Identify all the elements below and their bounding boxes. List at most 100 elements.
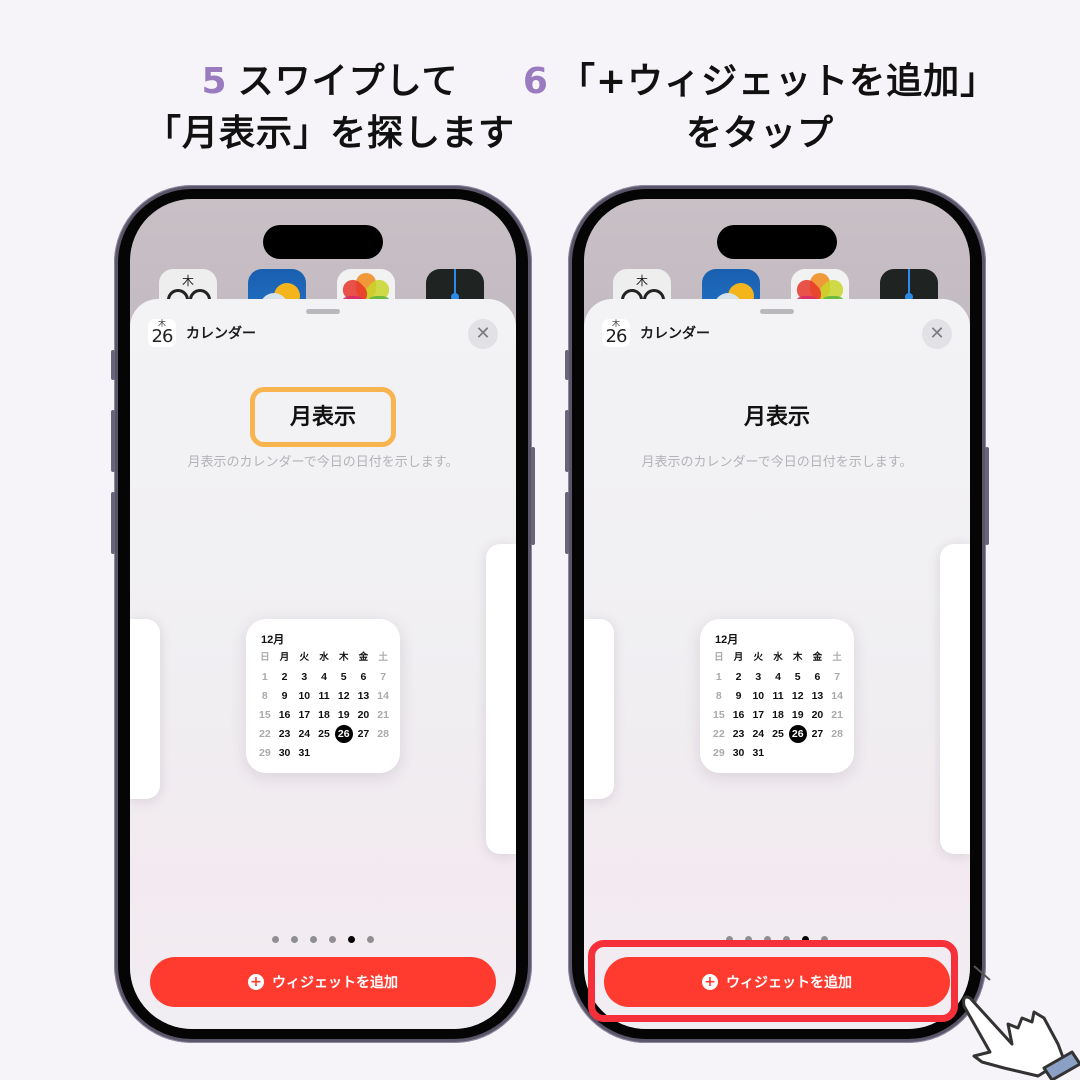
calendar-day: 3 [301, 671, 308, 683]
calendar-day: 14 [377, 690, 389, 702]
weekday-header: 水 [773, 652, 783, 663]
calendar-day: 15 [713, 709, 725, 721]
volume-down-button [565, 492, 569, 554]
weekday-label: 木 [635, 274, 648, 288]
weekday-header: 火 [299, 652, 310, 663]
sheet-grabber[interactable] [306, 309, 340, 314]
page-dot[interactable] [291, 936, 298, 943]
dynamic-island [717, 225, 837, 259]
calendar-day: 12 [337, 690, 350, 702]
calendar-day: 7 [834, 671, 841, 683]
page-dot[interactable] [310, 936, 317, 943]
calendar-day-empty [768, 745, 788, 761]
page-indicator[interactable] [272, 936, 374, 943]
page-dot[interactable] [329, 936, 336, 943]
weekday-header: 土 [378, 652, 388, 663]
close-icon: ✕ [475, 323, 491, 344]
stocks-line [454, 269, 456, 295]
calendar-day: 20 [811, 709, 824, 721]
calendar-day-empty [827, 745, 847, 761]
step-text-line2: をタップ [685, 113, 834, 154]
calendar-icon: 木 26 [148, 319, 176, 347]
app-name: カレンダー [640, 326, 710, 342]
close-button[interactable]: ✕ [468, 319, 498, 349]
month-calendar-widget-preview[interactable]: 12月 日月火水木金土 1 2 3 4 5 6 7 8 9 10 11 12 13 14 15 16 17 18 19… [246, 619, 400, 773]
weekday-header: 日 [714, 652, 724, 663]
next-widget-preview[interactable] [940, 544, 970, 854]
add-button-highlight [588, 940, 958, 1022]
calendar-month: 12月 [715, 634, 739, 646]
calendar-day: 9 [735, 690, 742, 702]
calendar-day: 2 [735, 671, 742, 683]
calendar-day: 24 [298, 728, 311, 740]
weekday-header: 木 [338, 652, 349, 663]
calendar-day: 7 [380, 671, 387, 683]
calendar-day: 11 [318, 690, 330, 702]
calendar-day-today: 26 [788, 725, 808, 743]
calendar-day: 24 [752, 728, 765, 740]
calendar-day: 8 [261, 690, 268, 702]
widget-sheet: 木 26 カレンダー ✕ 月表示 月表示のカレンダーで今日の日付を示します。 1… [584, 299, 970, 1029]
calendar-day-empty [314, 745, 334, 761]
close-button[interactable]: ✕ [922, 319, 952, 349]
calendar-day: 9 [281, 690, 288, 702]
calendar-day: 11 [772, 690, 784, 702]
stocks-line [908, 269, 910, 295]
calendar-day: 15 [259, 709, 271, 721]
page-dot[interactable] [367, 936, 374, 943]
calendar-day: 12 [791, 690, 804, 702]
widget-description: 月表示のカレンダーで今日の日付を示します。 [187, 455, 459, 470]
tap-hand-icon [962, 965, 1080, 1080]
calendar-day: 13 [357, 690, 370, 702]
page-dot[interactable] [348, 936, 355, 943]
calendar-day: 2 [281, 671, 288, 683]
calendar-day-today: 26 [334, 725, 354, 743]
weekday-header: 火 [753, 652, 764, 663]
add-widget-label: ウィジェットを追加 [272, 975, 398, 991]
sheet-grabber[interactable] [760, 309, 794, 314]
calendar-day: 13 [811, 690, 824, 702]
calendar-day: 8 [715, 690, 722, 702]
calendar-day-empty [354, 745, 374, 761]
calendar-icon: 木 26 [602, 319, 630, 347]
calendar-day: 31 [752, 747, 765, 759]
widget-sheet: 木 26 カレンダー ✕ 月表示 月表示のカレンダーで今日の日付を示します。 1… [130, 299, 516, 1029]
previous-widget-preview[interactable] [584, 619, 614, 799]
next-widget-preview[interactable] [486, 544, 516, 854]
icon-day: 26 [151, 326, 174, 347]
calendar-day: 29 [259, 747, 271, 759]
step-text-line2: 「月表示」を探します [144, 113, 515, 154]
previous-widget-preview[interactable] [130, 619, 160, 799]
step-6-caption: 6 「+ウィジェットを追加」 をタップ [510, 56, 1010, 160]
weekday-header: 月 [733, 652, 744, 663]
calendar-day: 4 [321, 671, 327, 683]
volume-up-button [111, 410, 115, 472]
weekday-header: 金 [812, 652, 823, 663]
calendar-day: 17 [752, 709, 765, 721]
calendar-day-empty [334, 745, 354, 761]
weekday-header: 月 [279, 652, 290, 663]
page-dot[interactable] [272, 936, 279, 943]
calendar-day: 4 [775, 671, 781, 683]
calendar-day: 25 [772, 728, 784, 740]
calendar-day: 28 [377, 728, 389, 740]
weekday-header: 土 [832, 652, 842, 663]
power-button [531, 447, 535, 545]
weekday-header: 水 [319, 652, 329, 663]
action-button [111, 350, 115, 380]
calendar-grid: 日月火水木金土 1 2 3 4 5 6 7 8 9 10 11 12 13 14 15 16 17 18 19 20 21… [255, 650, 393, 761]
calendar-day: 17 [298, 709, 311, 721]
volume-down-button [111, 492, 115, 554]
calendar-day: 6 [814, 671, 821, 683]
month-calendar-widget-preview[interactable]: 12月 日月火水木金土 1 2 3 4 5 6 7 8 9 10 11 12 13 14 15 16 17 18 19… [700, 619, 854, 773]
icon-day: 26 [605, 326, 628, 347]
add-widget-button[interactable]: + ウィジェットを追加 [150, 957, 496, 1007]
widget-title-highlight [250, 387, 396, 447]
calendar-day: 31 [298, 747, 311, 759]
calendar-day: 28 [831, 728, 843, 740]
step-text-line1: 「+ウィジェットを追加」 [558, 61, 998, 102]
calendar-day: 10 [298, 690, 311, 702]
volume-up-button [565, 410, 569, 472]
calendar-day: 20 [357, 709, 370, 721]
phone-step-6: 木 木 26 カレンダー ✕ 月表示 月表示のカレンダーで今日の日付を示します。… [565, 185, 989, 1043]
